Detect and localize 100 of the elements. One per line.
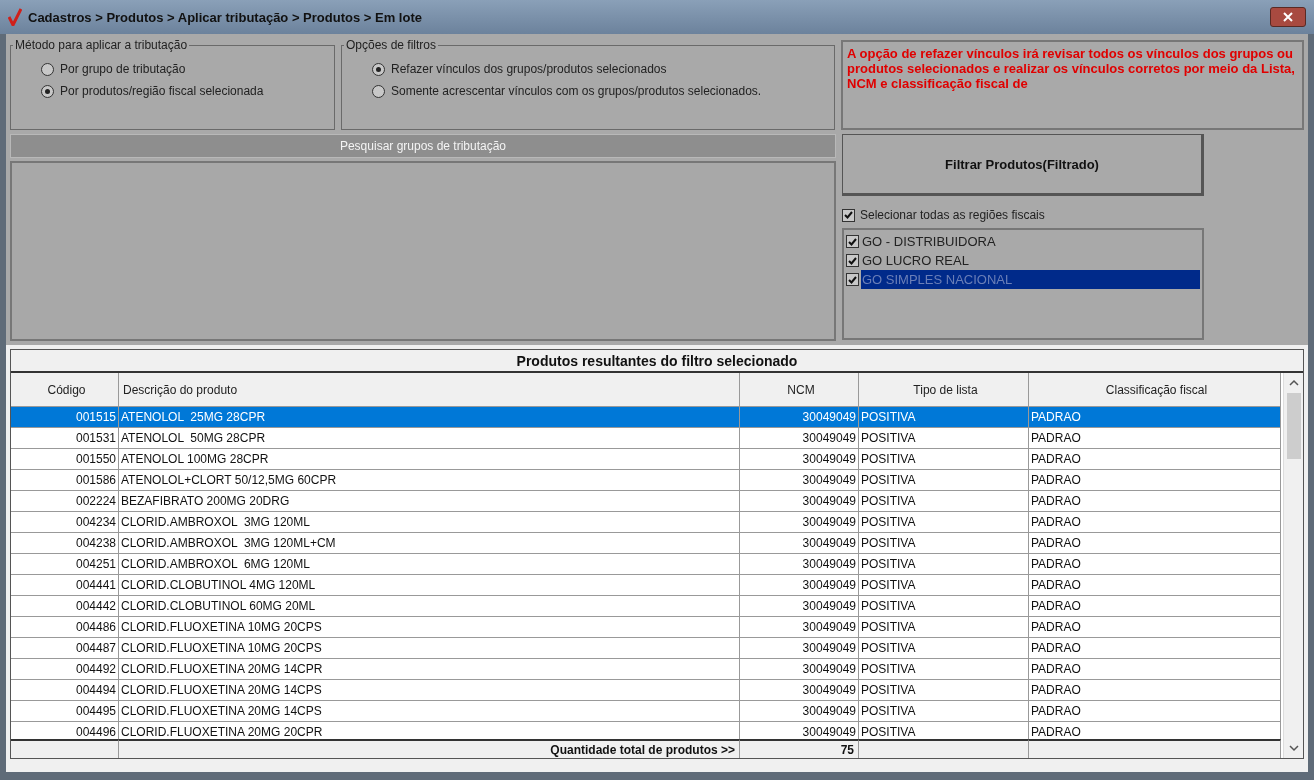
checkbox[interactable]: [846, 273, 859, 286]
table-cell[interactable]: ATENOLOL 50MG 28CPR: [119, 428, 740, 449]
table-cell[interactable]: 004441: [11, 575, 119, 596]
table-cell[interactable]: ATENOLOL 100MG 28CPR: [119, 449, 740, 470]
scrollbar[interactable]: [1283, 373, 1303, 758]
radio-label[interactable]: Por produtos/região fiscal selecionada: [60, 84, 264, 98]
close-button[interactable]: [1270, 7, 1306, 27]
table-cell[interactable]: 30049049: [740, 701, 859, 722]
table-cell[interactable]: 30049049: [740, 680, 859, 701]
table-cell[interactable]: POSITIVA: [859, 638, 1029, 659]
table-cell[interactable]: PADRAO: [1029, 407, 1281, 428]
table-cell[interactable]: 30049049: [740, 491, 859, 512]
column-header[interactable]: Tipo de lista: [859, 373, 1029, 407]
table-cell[interactable]: ATENOLOL 25MG 28CPR: [119, 407, 740, 428]
table-cell[interactable]: 30049049: [740, 638, 859, 659]
table-cell[interactable]: PADRAO: [1029, 638, 1281, 659]
table-cell[interactable]: 30049049: [740, 428, 859, 449]
table-cell[interactable]: 30049049: [740, 407, 859, 428]
table-cell[interactable]: 004492: [11, 659, 119, 680]
table-cell[interactable]: PADRAO: [1029, 512, 1281, 533]
table-cell[interactable]: POSITIVA: [859, 554, 1029, 575]
radio-label[interactable]: Refazer vínculos dos grupos/produtos selecionados: [391, 62, 667, 76]
scroll-thumb[interactable]: [1286, 393, 1301, 459]
column-header[interactable]: NCM: [740, 373, 859, 407]
table-cell[interactable]: POSITIVA: [859, 470, 1029, 491]
table-cell[interactable]: CLORID.AMBROXOL 3MG 120ML: [119, 512, 740, 533]
table-cell[interactable]: 30049049: [740, 449, 859, 470]
table-cell[interactable]: CLORID.FLUOXETINA 10MG 20CPS: [119, 638, 740, 659]
table-cell[interactable]: PADRAO: [1029, 428, 1281, 449]
table-cell[interactable]: 004487: [11, 638, 119, 659]
table-cell[interactable]: CLORID.FLUOXETINA 20MG 14CPS: [119, 701, 740, 722]
table-cell[interactable]: PADRAO: [1029, 449, 1281, 470]
table-cell[interactable]: 001515: [11, 407, 119, 428]
table-cell[interactable]: PADRAO: [1029, 554, 1281, 575]
table-cell[interactable]: 004251: [11, 554, 119, 575]
table-cell[interactable]: CLORID.AMBROXOL 6MG 120ML: [119, 554, 740, 575]
table-cell[interactable]: 30049049: [740, 512, 859, 533]
table-cell[interactable]: 30049049: [740, 617, 859, 638]
table-cell[interactable]: CLORID.AMBROXOL 3MG 120ML+CM: [119, 533, 740, 554]
region-item[interactable]: GO LUCRO REAL: [861, 251, 1200, 270]
checkbox-label[interactable]: Selecionar todas as regiões fiscais: [860, 208, 1045, 222]
table-cell[interactable]: 004442: [11, 596, 119, 617]
table-cell[interactable]: POSITIVA: [859, 491, 1029, 512]
table-cell[interactable]: 001586: [11, 470, 119, 491]
table-cell[interactable]: POSITIVA: [859, 449, 1029, 470]
table-cell[interactable]: PADRAO: [1029, 470, 1281, 491]
table-cell[interactable]: PADRAO: [1029, 680, 1281, 701]
table-cell[interactable]: CLORID.FLUOXETINA 20MG 14CPR: [119, 659, 740, 680]
table-cell[interactable]: CLORID.FLUOXETINA 20MG 14CPS: [119, 680, 740, 701]
table-cell[interactable]: PADRAO: [1029, 701, 1281, 722]
table-cell[interactable]: 001531: [11, 428, 119, 449]
table-cell[interactable]: POSITIVA: [859, 533, 1029, 554]
table-cell[interactable]: CLORID.FLUOXETINA 10MG 20CPS: [119, 617, 740, 638]
table-cell[interactable]: 30049049: [740, 533, 859, 554]
table-cell[interactable]: CLORID.CLOBUTINOL 60MG 20ML: [119, 596, 740, 617]
table-cell[interactable]: POSITIVA: [859, 512, 1029, 533]
table-cell[interactable]: 30049049: [740, 470, 859, 491]
table-cell[interactable]: CLORID.FLUOXETINA 20MG 20CPR: [119, 722, 740, 739]
region-item[interactable]: GO - DISTRIBUIDORA: [861, 232, 1200, 251]
column-header[interactable]: Descrição do produto: [119, 373, 740, 407]
radio-button[interactable]: [41, 62, 54, 76]
table-cell[interactable]: 30049049: [740, 596, 859, 617]
table-cell[interactable]: POSITIVA: [859, 659, 1029, 680]
table-cell[interactable]: 004495: [11, 701, 119, 722]
table-cell[interactable]: 002224: [11, 491, 119, 512]
radio-button[interactable]: [41, 84, 54, 98]
radio-label[interactable]: Por grupo de tributação: [60, 62, 186, 76]
table-cell[interactable]: 004486: [11, 617, 119, 638]
table-cell[interactable]: 004234: [11, 512, 119, 533]
filter-products-button[interactable]: Filtrar Produtos(Filtrado): [842, 134, 1204, 196]
table-cell[interactable]: 30049049: [740, 659, 859, 680]
table-cell[interactable]: PADRAO: [1029, 491, 1281, 512]
table-cell[interactable]: POSITIVA: [859, 407, 1029, 428]
table-cell[interactable]: ATENOLOL+CLORT 50/12,5MG 60CPR: [119, 470, 740, 491]
scroll-down-icon[interactable]: [1288, 744, 1299, 752]
checkbox[interactable]: [842, 208, 855, 222]
table-cell[interactable]: BEZAFIBRATO 200MG 20DRG: [119, 491, 740, 512]
radio-button[interactable]: [372, 62, 385, 76]
table-cell[interactable]: POSITIVA: [859, 428, 1029, 449]
table-cell[interactable]: PADRAO: [1029, 722, 1281, 739]
table-cell[interactable]: POSITIVA: [859, 575, 1029, 596]
table-cell[interactable]: PADRAO: [1029, 533, 1281, 554]
table-cell[interactable]: 30049049: [740, 575, 859, 596]
table-cell[interactable]: 30049049: [740, 554, 859, 575]
table-cell[interactable]: 004238: [11, 533, 119, 554]
checkbox[interactable]: [846, 254, 859, 267]
scroll-up-icon[interactable]: [1288, 379, 1299, 387]
checkbox[interactable]: [846, 235, 859, 248]
table-cell[interactable]: POSITIVA: [859, 701, 1029, 722]
column-header[interactable]: Código: [11, 373, 119, 407]
table-cell[interactable]: POSITIVA: [859, 596, 1029, 617]
column-header[interactable]: Classificação fiscal: [1029, 373, 1281, 407]
table-cell[interactable]: 004494: [11, 680, 119, 701]
table-cell[interactable]: PADRAO: [1029, 659, 1281, 680]
radio-label[interactable]: Somente acrescentar vínculos com os grupos/produtos selecionados.: [391, 84, 762, 98]
radio-button[interactable]: [372, 84, 385, 98]
table-cell[interactable]: PADRAO: [1029, 596, 1281, 617]
table-cell[interactable]: POSITIVA: [859, 617, 1029, 638]
table-cell[interactable]: PADRAO: [1029, 575, 1281, 596]
table-cell[interactable]: CLORID.CLOBUTINOL 4MG 120ML: [119, 575, 740, 596]
